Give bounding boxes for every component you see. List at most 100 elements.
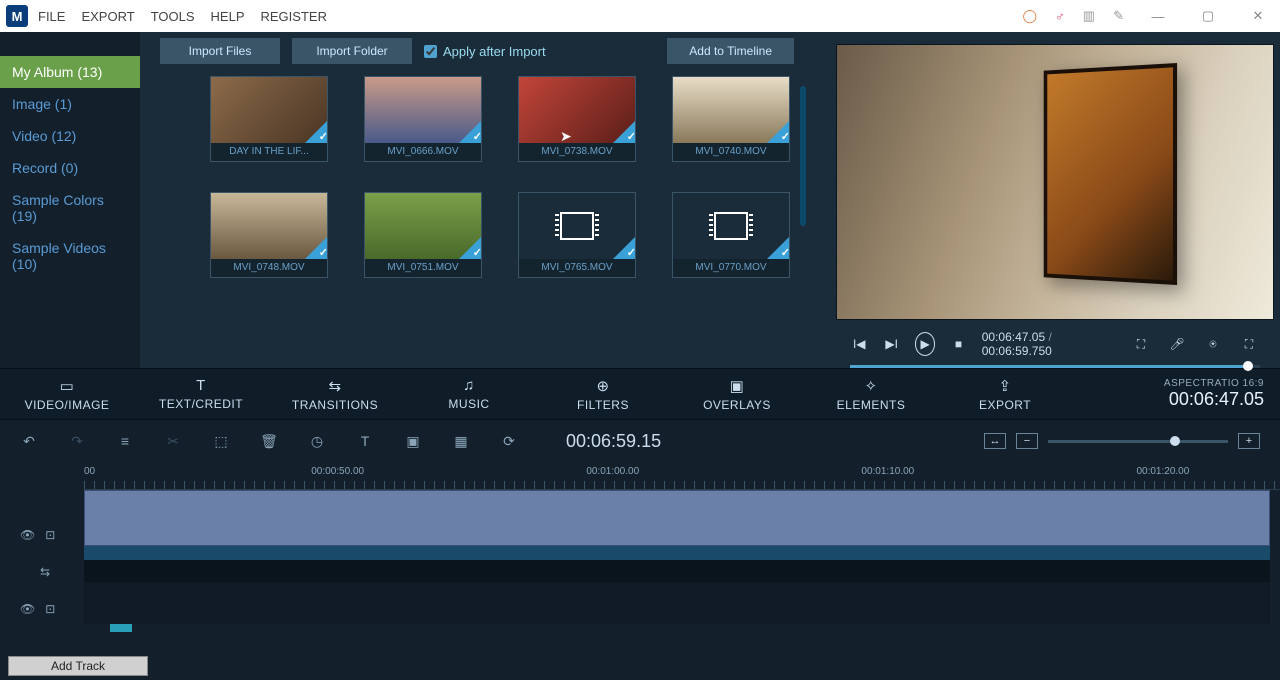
menu-tools[interactable]: TOOLS bbox=[151, 9, 195, 24]
modetab-textcredit[interactable]: TTEXT/CREDIT bbox=[134, 369, 268, 419]
ruler-mark: 00 bbox=[84, 466, 95, 477]
media-item-7[interactable]: MVI_0770.MOV bbox=[672, 192, 790, 278]
zoom-out-icon[interactable]: − bbox=[1016, 433, 1038, 449]
seek-handle[interactable] bbox=[1243, 361, 1253, 371]
apply-after-import-checkbox[interactable]: Apply after Import bbox=[424, 44, 546, 59]
modetab-export[interactable]: ⇪EXPORT bbox=[938, 369, 1072, 419]
modetab-icon: ▣ bbox=[730, 377, 745, 395]
media-item-1[interactable]: MVI_0666.MOV bbox=[364, 76, 482, 162]
split-icon[interactable]: ⬚ bbox=[212, 433, 230, 450]
header-icon-layout[interactable]: ▥ bbox=[1083, 8, 1095, 24]
thumbnail-image bbox=[211, 77, 327, 143]
media-item-6[interactable]: MVI_0765.MOV bbox=[518, 192, 636, 278]
track-head-visibility-1[interactable]: 👁 ⊡ bbox=[0, 520, 84, 550]
undo-icon[interactable]: ↶ bbox=[20, 433, 38, 450]
timeline-ruler[interactable]: 0000:00:50.0000:01:00.0000:01:10.0000:01… bbox=[84, 462, 1280, 490]
sidebar-item-image[interactable]: Image (1) bbox=[0, 88, 140, 120]
media-item-2[interactable]: MVI_0738.MOV bbox=[518, 76, 636, 162]
thumbnail-image bbox=[365, 193, 481, 259]
rotate-icon[interactable]: ⟳ bbox=[500, 433, 518, 450]
snapshot-range-icon[interactable]: ⛶ bbox=[1130, 333, 1152, 355]
film-icon bbox=[673, 193, 789, 259]
video-clip[interactable] bbox=[84, 490, 1270, 546]
modetab-videoimage[interactable]: ▭VIDEO/IMAGE bbox=[0, 369, 134, 419]
modetab-label: ELEMENTS bbox=[837, 398, 906, 412]
header-icon-1[interactable]: ◯ bbox=[1022, 8, 1037, 24]
cut-icon[interactable]: ✂ bbox=[164, 433, 182, 450]
media-item-0[interactable]: DAY IN THE LIF... bbox=[210, 76, 328, 162]
sidebar-item-samplevideos[interactable]: Sample Videos (10) bbox=[0, 232, 140, 280]
menu-help[interactable]: HELP bbox=[211, 9, 245, 24]
menu-file[interactable]: FILE bbox=[38, 9, 65, 24]
modetab-overlays[interactable]: ▣ OVERLAYS bbox=[670, 369, 804, 419]
modetab-label: OVERLAYS bbox=[703, 398, 771, 412]
window-minimize[interactable]: — bbox=[1142, 9, 1174, 24]
preview-canvas[interactable] bbox=[836, 44, 1274, 320]
window-maximize[interactable]: ▢ bbox=[1192, 8, 1224, 24]
sidebar-item-myalbum[interactable]: My Album (13) bbox=[0, 56, 140, 88]
modetab-label: MUSIC bbox=[448, 397, 489, 411]
crop-icon[interactable]: ▣ bbox=[404, 433, 422, 450]
ruler-mark: 00:01:10.00 bbox=[861, 466, 914, 477]
modetab-label: TRANSITIONS bbox=[292, 398, 378, 412]
stop-button[interactable]: ■ bbox=[949, 333, 967, 355]
overlay-track[interactable] bbox=[84, 624, 1270, 636]
media-item-3[interactable]: MVI_0740.MOV bbox=[672, 76, 790, 162]
next-button[interactable]: ▶I bbox=[882, 333, 900, 355]
modetab-label: TEXT/CREDIT bbox=[159, 397, 243, 411]
modetab-music[interactable]: ♫ MUSIC bbox=[402, 369, 536, 419]
add-track-button[interactable]: Add Track bbox=[8, 656, 148, 676]
media-label: DAY IN THE LIF... bbox=[211, 143, 327, 161]
thumbnail-image bbox=[673, 77, 789, 143]
modetab-icon: ⇆ bbox=[328, 377, 341, 395]
audio-clip[interactable] bbox=[84, 546, 1270, 560]
import-folder-button[interactable]: Import Folder bbox=[292, 38, 412, 64]
preview-content bbox=[1043, 63, 1176, 285]
modetab-filters[interactable]: ⊕FILTERS bbox=[536, 369, 670, 419]
mosaic-icon[interactable]: ▦ bbox=[452, 433, 470, 450]
mode-tabs: ▭VIDEO/IMAGETTEXT/CREDIT ⇆ TRANSITIONS ♫ MUS… bbox=[0, 368, 1280, 420]
sidebar-item-samplecolors[interactable]: Sample Colors (19) bbox=[0, 184, 140, 232]
track-head-visibility-2[interactable]: 👁 ⊡ bbox=[0, 594, 84, 624]
video-track-2[interactable] bbox=[84, 582, 1270, 624]
zoom-in-icon[interactable]: + bbox=[1238, 433, 1260, 449]
mic-icon[interactable]: 🎤︎ bbox=[1166, 333, 1188, 355]
fit-icon[interactable]: ↔ bbox=[984, 433, 1006, 449]
apply-after-import-input[interactable] bbox=[424, 45, 437, 58]
speed-icon[interactable]: ◷ bbox=[308, 433, 326, 450]
header-icon-edit[interactable]: ✎ bbox=[1113, 8, 1124, 24]
add-to-timeline-button[interactable]: Add to Timeline bbox=[667, 38, 794, 64]
import-files-button[interactable]: Import Files bbox=[160, 38, 280, 64]
camera-icon[interactable]: ⍟ bbox=[1202, 333, 1224, 355]
thumbnail-image bbox=[519, 77, 635, 143]
text-icon[interactable]: T bbox=[356, 433, 374, 449]
modetab-icon: ✧ bbox=[864, 377, 877, 395]
menu-register[interactable]: REGISTER bbox=[261, 9, 327, 24]
sidebar-item-record[interactable]: Record (0) bbox=[0, 152, 140, 184]
media-item-4[interactable]: MVI_0748.MOV bbox=[210, 192, 328, 278]
delete-icon[interactable]: 🗑 bbox=[260, 433, 278, 450]
seek-bar[interactable] bbox=[850, 365, 1260, 368]
media-item-5[interactable]: MVI_0751.MOV bbox=[364, 192, 482, 278]
prev-button[interactable]: I◀ bbox=[850, 333, 868, 355]
media-scrollbar[interactable] bbox=[800, 86, 806, 226]
header-icon-2[interactable]: ♂ bbox=[1055, 9, 1065, 24]
play-button[interactable]: ▶ bbox=[915, 332, 935, 356]
window-close[interactable]: ✕ bbox=[1242, 8, 1274, 24]
menu-export[interactable]: EXPORT bbox=[81, 9, 134, 24]
modetab-elements[interactable]: ✧ ELEMENTS bbox=[804, 369, 938, 419]
fullscreen-icon[interactable]: ⛶ bbox=[1238, 333, 1260, 355]
zoom-slider[interactable] bbox=[1048, 440, 1228, 443]
timeline-time: 00:06:59.15 bbox=[566, 431, 661, 452]
preview-panel: I◀ ▶I ▶ ■ 00:06:47.05 / 00:06:59.750 ⛶ 🎤… bbox=[832, 32, 1280, 368]
list-icon[interactable]: ≡ bbox=[116, 433, 134, 449]
track-head-transition[interactable]: ⇆ bbox=[0, 562, 84, 582]
sidebar-item-video[interactable]: Video (12) bbox=[0, 120, 140, 152]
modetab-icon: ♫ bbox=[463, 377, 475, 394]
modetab-transitions[interactable]: ⇆ TRANSITIONS bbox=[268, 369, 402, 419]
zoom-handle[interactable] bbox=[1170, 436, 1180, 446]
video-track-1[interactable] bbox=[84, 490, 1270, 560]
transition-track[interactable] bbox=[84, 560, 1270, 582]
small-clip[interactable] bbox=[110, 624, 132, 632]
time-display: 00:06:47.05 / 00:06:59.750 bbox=[982, 330, 1102, 358]
